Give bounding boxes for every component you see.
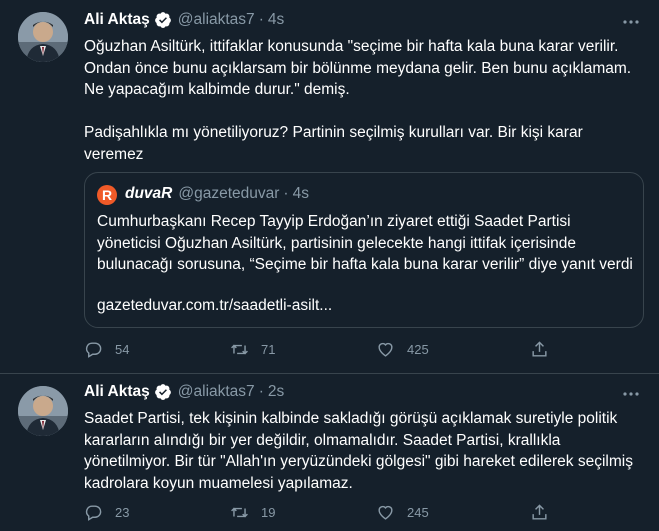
separator-dot: · [258, 383, 264, 400]
retweet-button[interactable]: 19 [230, 503, 275, 522]
quoted-author-name[interactable]: duvaR [125, 185, 172, 203]
separator-dot: · [283, 185, 289, 202]
quoted-tweet-text: Cumhurbaşkanı Recep Tayyip Erdoğan’ın zi… [97, 213, 633, 273]
author-name[interactable]: Ali Aktaş [84, 11, 150, 29]
quoted-tweet-header: duvaR @gazeteduvar · 4s [125, 185, 309, 203]
profile-photo-icon [18, 12, 68, 62]
tweet-time[interactable]: 2s [268, 383, 284, 401]
share-button[interactable] [530, 340, 561, 359]
profile-photo-icon [18, 386, 68, 436]
tweet-actions: 54 71 425 [84, 340, 564, 362]
reply-icon [85, 505, 102, 521]
verified-badge-icon [154, 12, 171, 28]
avatar[interactable] [18, 12, 68, 62]
reply-icon [85, 342, 102, 358]
avatar[interactable] [18, 386, 68, 436]
quoted-tweet[interactable]: R duvaR @gazeteduvar · 4s Cumhurbaşkanı … [84, 172, 644, 328]
author-handle[interactable]: @aliaktas7 [178, 383, 255, 401]
retweet-count: 19 [261, 505, 276, 520]
separator-dot: · [258, 11, 264, 28]
retweet-button[interactable]: 71 [230, 340, 275, 359]
like-count: 425 [407, 342, 429, 357]
like-button[interactable]: 425 [376, 340, 429, 359]
reply-button[interactable]: 23 [84, 503, 129, 522]
tweet-header: Ali Aktaş @aliaktas7 · 2s [84, 383, 284, 401]
tweet-text: Saadet Partisi, tek kişinin kalbinde sak… [84, 410, 633, 492]
heart-icon [378, 342, 393, 357]
retweet-icon [231, 344, 248, 355]
share-icon [532, 504, 547, 520]
author-name[interactable]: Ali Aktaş [84, 383, 150, 401]
reply-count: 54 [115, 342, 130, 357]
tweet-header: Ali Aktaş @aliaktas7 · 4s [84, 11, 284, 29]
tweet[interactable]: Ali Aktaş @aliaktas7 · 4s Oğuzhan Asiltü… [0, 0, 659, 374]
retweet-icon [231, 507, 248, 518]
share-button[interactable] [530, 503, 561, 522]
more-options-icon[interactable] [621, 12, 641, 32]
share-icon [532, 341, 547, 357]
reply-button[interactable]: 54 [84, 340, 129, 359]
like-button[interactable]: 245 [376, 503, 429, 522]
tweet-text: Oğuzhan Asiltürk, ittifaklar konusunda "… [84, 38, 632, 163]
more-options-icon[interactable] [621, 384, 641, 404]
like-count: 245 [407, 505, 429, 520]
duvar-logo-icon: R [97, 185, 117, 205]
tweet[interactable]: Ali Aktaş @aliaktas7 · 2s Saadet Partisi… [0, 374, 659, 531]
reply-count: 23 [115, 505, 130, 520]
tweet-time[interactable]: 4s [268, 11, 284, 29]
quoted-author-handle[interactable]: @gazeteduvar [178, 185, 279, 203]
verified-badge-icon [154, 384, 171, 400]
quoted-tweet-time[interactable]: 4s [293, 185, 309, 203]
tweet-actions: 23 19 245 [84, 503, 564, 525]
retweet-count: 71 [261, 342, 276, 357]
quoted-tweet-link[interactable]: gazeteduvar.com.tr/saadetli-asilt... [97, 297, 332, 315]
heart-icon [378, 505, 393, 520]
author-handle[interactable]: @aliaktas7 [178, 11, 255, 29]
